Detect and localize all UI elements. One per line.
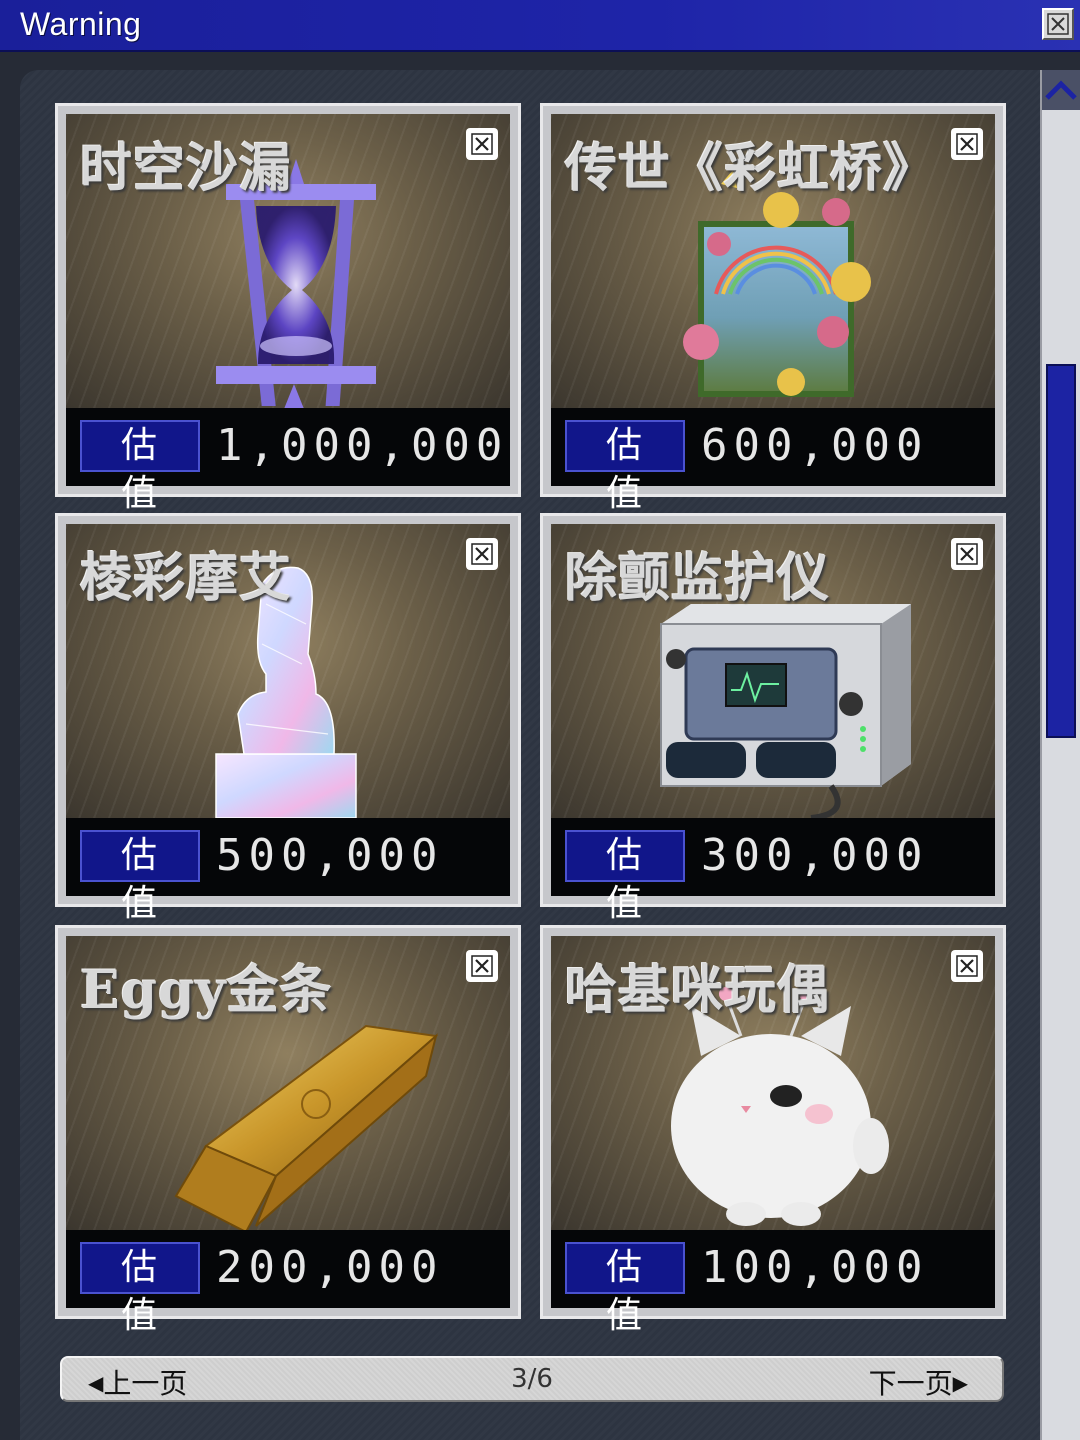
remove-item-button[interactable]	[951, 950, 983, 982]
chevron-up-icon	[1045, 80, 1077, 100]
item-image: 棱彩摩艾	[66, 524, 510, 818]
item-value: 100,000	[701, 1242, 929, 1293]
vertical-scrollbar[interactable]	[1040, 70, 1080, 1440]
item-card[interactable]: Eggy金条 估值 200,000	[55, 925, 521, 1336]
item-name: 传世《彩虹桥》	[565, 138, 937, 199]
item-value: 500,000	[216, 830, 444, 881]
close-icon	[956, 955, 978, 977]
item-card[interactable]: 时空沙漏 估值 1,000,000	[55, 103, 521, 514]
value-label: 估值	[565, 830, 685, 924]
value-label: 估值	[565, 1242, 685, 1336]
triangle-right-icon: ▶	[952, 1371, 968, 1395]
item-value-bar: 估值 200,000	[66, 1230, 510, 1336]
item-card[interactable]: 哈基咪玩偶 估值 100,000	[540, 925, 1006, 1336]
item-card[interactable]: 棱彩摩艾 估值 500,000	[55, 513, 521, 924]
remove-item-button[interactable]	[951, 538, 983, 570]
value-label: 估值	[565, 420, 685, 514]
item-image: 传世《彩虹桥》	[551, 114, 995, 408]
page-indicator: 3/6	[511, 1364, 553, 1394]
item-image: 哈基咪玩偶	[551, 936, 995, 1230]
item-name: 哈基咪玩偶	[565, 960, 831, 1021]
value-label: 估值	[80, 420, 200, 514]
item-value: 300,000	[701, 830, 929, 881]
close-icon	[471, 955, 493, 977]
item-image: Eggy金条	[66, 936, 510, 1230]
remove-item-button[interactable]	[951, 128, 983, 160]
item-card[interactable]: 传世《彩虹桥》 估值 600,000	[540, 103, 1006, 514]
value-label: 估值	[80, 1242, 200, 1336]
remove-item-button[interactable]	[466, 538, 498, 570]
next-page-label: 下一页	[868, 1367, 953, 1400]
close-icon	[471, 133, 493, 155]
remove-item-button[interactable]	[466, 950, 498, 982]
pagination-bar: ◀上一页 3/6 下一页▶	[60, 1356, 1004, 1402]
scroll-up-button[interactable]	[1042, 70, 1080, 110]
item-image: 除颤监护仪	[551, 524, 995, 818]
remove-item-button[interactable]	[466, 128, 498, 160]
value-label: 估值	[80, 830, 200, 924]
next-page-button[interactable]: 下一页▶	[869, 1362, 968, 1402]
close-icon	[956, 543, 978, 565]
item-value-bar: 估值 300,000	[551, 818, 995, 924]
close-icon	[471, 543, 493, 565]
item-name: 除颤监护仪	[565, 548, 831, 609]
item-value-bar: 估值 100,000	[551, 1230, 995, 1336]
window-close-button[interactable]	[1042, 8, 1074, 40]
window-title: Warning	[20, 6, 142, 42]
item-name: 棱彩摩艾	[80, 548, 293, 609]
item-value: 1,000,000	[216, 420, 509, 471]
close-icon	[1047, 13, 1069, 35]
window-title-bar: Warning	[0, 0, 1080, 52]
item-image: 时空沙漏	[66, 114, 510, 408]
scrollbar-thumb[interactable]	[1046, 364, 1076, 738]
item-value: 600,000	[701, 420, 929, 471]
item-card[interactable]: 除颤监护仪 估值 300,000	[540, 513, 1006, 924]
item-name: 时空沙漏	[80, 138, 293, 199]
close-icon	[956, 133, 978, 155]
item-value-bar: 估值 500,000	[66, 818, 510, 924]
item-value-bar: 估值 1,000,000	[66, 408, 510, 514]
item-value: 200,000	[216, 1242, 444, 1293]
item-name: Eggy金条	[80, 960, 333, 1021]
item-value-bar: 估值 600,000	[551, 408, 995, 514]
